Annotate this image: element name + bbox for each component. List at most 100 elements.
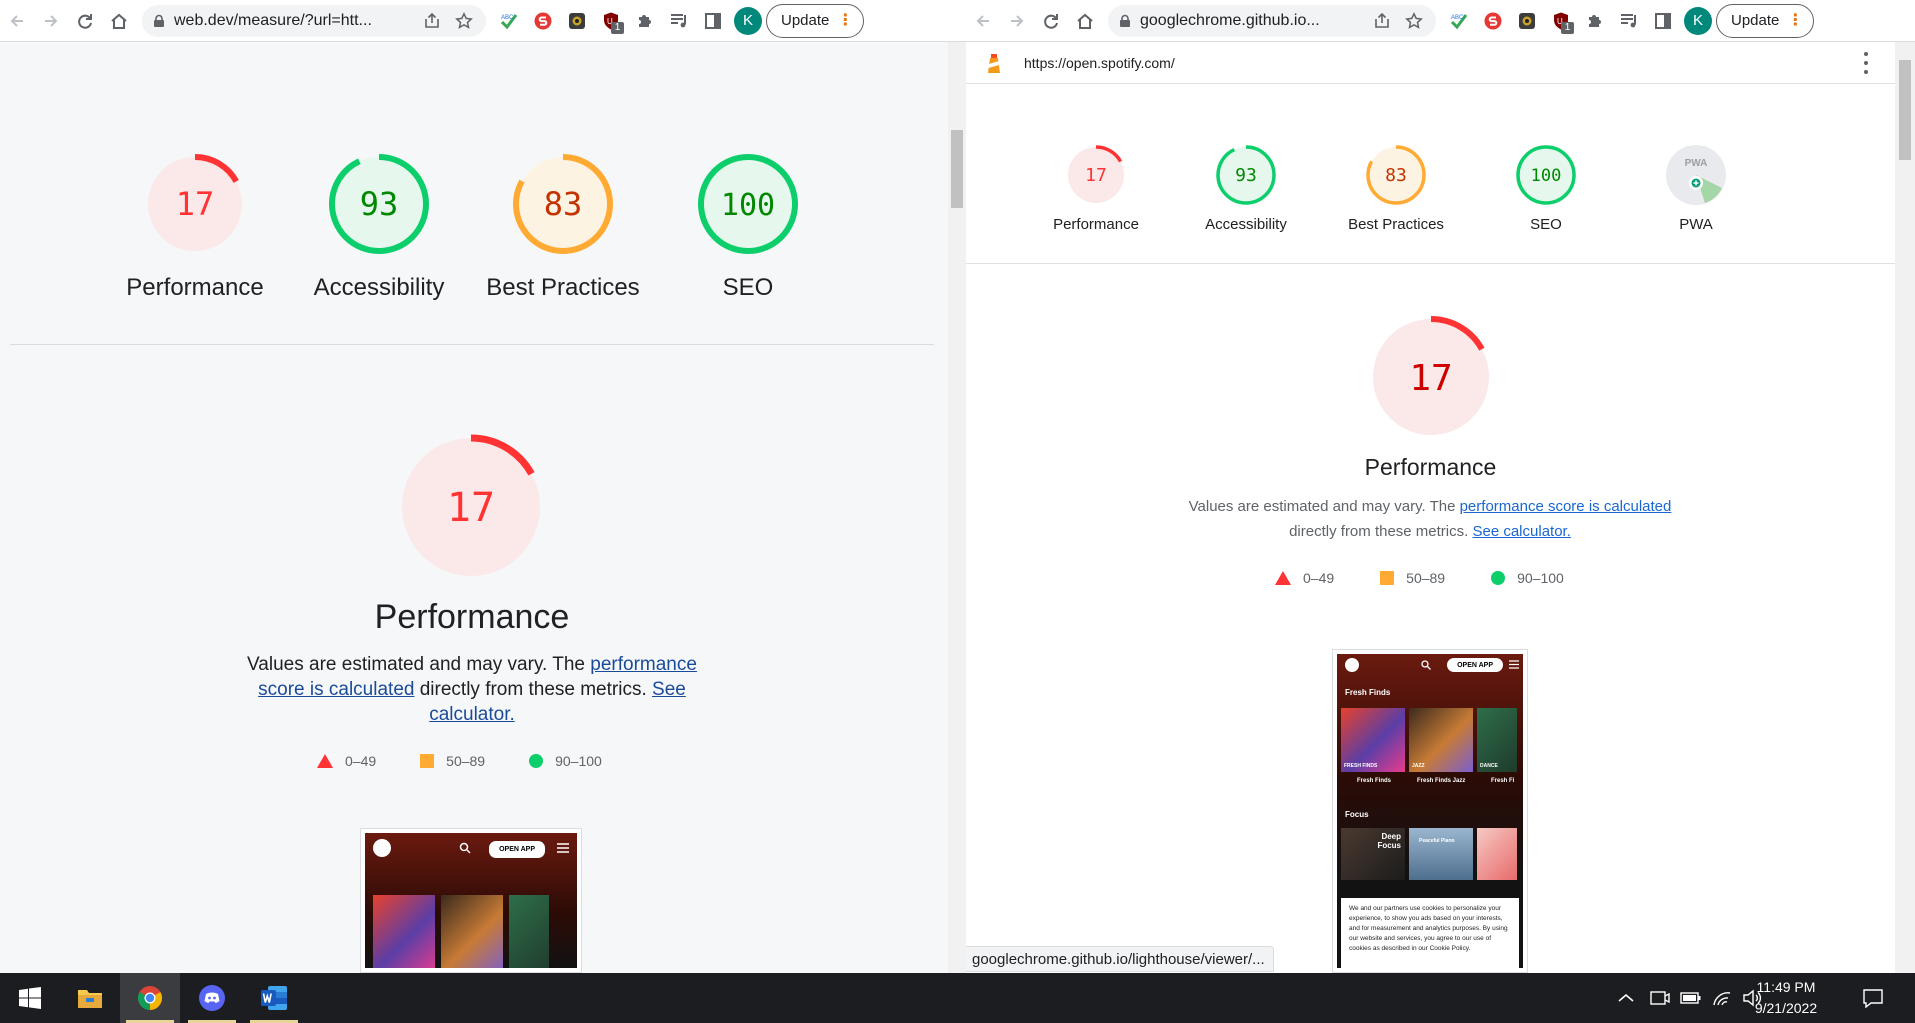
extension-ublock-icon[interactable]: U1 [594, 4, 628, 38]
main-score-value: 17 [1409, 358, 1452, 399]
performance-description: Values are estimated and may vary. The p… [1180, 494, 1680, 544]
gauge-ring-accessibility: 93 [329, 154, 429, 254]
legend-label: 90–100 [555, 753, 602, 769]
playlist-cover [441, 895, 503, 968]
score-gauge-pwa[interactable]: PWA PWA [1631, 144, 1761, 233]
score-gauge-best-practices[interactable]: 83 Best Practices [1331, 144, 1461, 233]
gauge-label: Accessibility [1205, 216, 1287, 233]
report-menu-icon[interactable] [1863, 52, 1869, 74]
score-gauge-seo[interactable]: 100 SEO [668, 152, 828, 302]
notifications-icon[interactable] [1862, 988, 1884, 1008]
home-button[interactable] [1068, 4, 1102, 38]
chrome-icon [137, 986, 163, 1010]
extension-abc-icon[interactable]: ABC [492, 4, 526, 38]
gauge-ring-accessibility: 93 [1216, 145, 1276, 205]
pwa-badge-icon: PWA [1666, 145, 1726, 205]
taskbar-chrome[interactable] [120, 973, 180, 1023]
playlist-cover: Deep Focus [1341, 828, 1405, 880]
taskbar-word[interactable] [244, 973, 304, 1023]
share-icon[interactable] [1370, 9, 1394, 33]
score-calculated-link[interactable]: performance score is calculated [1460, 498, 1672, 515]
profile-avatar[interactable]: K [734, 6, 762, 35]
cover-tag: FRESH FINDS [1344, 763, 1378, 769]
vertical-scrollbar[interactable] [948, 42, 966, 973]
windows-logo-icon [19, 987, 41, 1009]
gauge-ring-best-practices: 83 [1366, 145, 1426, 205]
profile-avatar[interactable]: K [1684, 6, 1712, 35]
extension-camera-icon[interactable] [560, 4, 594, 38]
home-button[interactable] [102, 4, 136, 38]
legend-label: 0–49 [345, 753, 377, 769]
description-text: Values are estimated and may vary. The [1188, 498, 1460, 515]
side-panel-icon[interactable] [696, 4, 730, 38]
taskbar-clock[interactable]: 11:49 PM 9/21/2022 [1730, 977, 1842, 1019]
extension-s-shield-icon[interactable] [1476, 4, 1510, 38]
media-control-icon[interactable] [1612, 4, 1646, 38]
taskbar-discord[interactable] [182, 973, 242, 1023]
wifi-icon[interactable] [1712, 989, 1732, 1007]
playlist-caption: Fresh Finds Jazz [1417, 778, 1466, 784]
bookmark-star-icon[interactable] [1402, 9, 1426, 33]
chevron-up-icon[interactable] [1618, 993, 1634, 1003]
gauge-ring-best-practices: 83 [513, 154, 613, 254]
home-icon [1077, 13, 1093, 29]
extension-ublock-icon[interactable]: U1 [1544, 4, 1578, 38]
update-button[interactable]: Update ⋮ [1716, 3, 1815, 38]
extension-abc-icon[interactable]: ABC [1442, 4, 1476, 38]
score-gauge-accessibility[interactable]: 93 Accessibility [1181, 144, 1311, 233]
gauge-label: Performance [126, 274, 264, 301]
browser-toolbar: googlechrome.github.io... ABC U1 K Updat… [966, 0, 1915, 42]
extension-camera-icon[interactable] [1510, 4, 1544, 38]
gauge-label: Best Practices [1348, 216, 1444, 233]
browser-window-right: googlechrome.github.io... ABC U1 K Updat… [966, 0, 1915, 973]
address-bar[interactable]: web.dev/measure/?url=htt... [142, 4, 486, 37]
share-icon[interactable] [420, 9, 444, 33]
extensions-puzzle-icon[interactable] [628, 4, 662, 38]
forward-button[interactable] [1000, 4, 1034, 38]
meet-now-icon[interactable] [1650, 989, 1670, 1007]
gauge-label: Performance [1053, 216, 1139, 233]
extensions-puzzle-icon[interactable] [1578, 4, 1612, 38]
gauge-value: 17 [1085, 165, 1107, 186]
score-gauge-performance[interactable]: 17 Performance [1031, 144, 1161, 233]
search-icon [1421, 660, 1431, 670]
spotify-screenshot: OPEN APP [365, 833, 577, 968]
final-screenshot-thumbnail: OPEN APP Fresh Finds FRESH FINDS JAZZ DA… [1332, 649, 1528, 973]
lock-icon [154, 14, 164, 27]
description-text: Values are estimated and may vary. The [247, 654, 591, 675]
browser-toolbar: web.dev/measure/?url=htt... ABC U1 K Upd… [0, 0, 966, 42]
vertical-scrollbar[interactable] [1895, 42, 1915, 973]
bookmark-star-icon[interactable] [452, 9, 476, 33]
extension-badge: 1 [1561, 21, 1574, 34]
back-button[interactable] [0, 4, 34, 38]
score-gauge-seo[interactable]: 100 SEO [1481, 144, 1611, 233]
scrollbar-thumb[interactable] [951, 130, 963, 208]
forward-button[interactable] [34, 4, 68, 38]
svg-text:ABC: ABC [1451, 15, 1464, 21]
kebab-menu-icon: ⋮ [837, 11, 854, 29]
battery-icon[interactable] [1680, 991, 1702, 1005]
legend-label: 50–89 [1406, 570, 1446, 586]
scrollbar-thumb[interactable] [1899, 60, 1911, 160]
legend-pass: 90–100 [529, 753, 602, 769]
media-control-icon[interactable] [662, 4, 696, 38]
playlist-cover: FRESH FINDS [1341, 708, 1405, 772]
back-button[interactable] [966, 4, 1000, 38]
score-gauge-performance[interactable]: 17 Performance [115, 152, 275, 302]
lighthouse-viewer-page: https://open.spotify.com/ 17 Performance… [966, 42, 1895, 973]
reload-button[interactable] [68, 4, 102, 38]
taskbar-file-explorer[interactable] [60, 973, 120, 1023]
update-button[interactable]: Update ⋮ [766, 3, 865, 38]
see-calculator-link[interactable]: See calculator. [1472, 523, 1570, 540]
side-panel-icon[interactable] [1646, 4, 1680, 38]
score-gauge-accessibility[interactable]: 93 Accessibility [299, 152, 459, 302]
reload-button[interactable] [1034, 4, 1068, 38]
address-bar[interactable]: googlechrome.github.io... [1108, 4, 1436, 37]
reload-icon [1044, 13, 1058, 29]
cookie-banner: We and our partners use cookies to perso… [1341, 898, 1519, 968]
gauge-value: 83 [544, 185, 583, 223]
windows-start-button[interactable] [0, 973, 60, 1023]
discord-icon [199, 985, 225, 1011]
extension-s-shield-icon[interactable] [526, 4, 560, 38]
score-gauge-best-practices[interactable]: 83 Best Practices [483, 152, 643, 302]
